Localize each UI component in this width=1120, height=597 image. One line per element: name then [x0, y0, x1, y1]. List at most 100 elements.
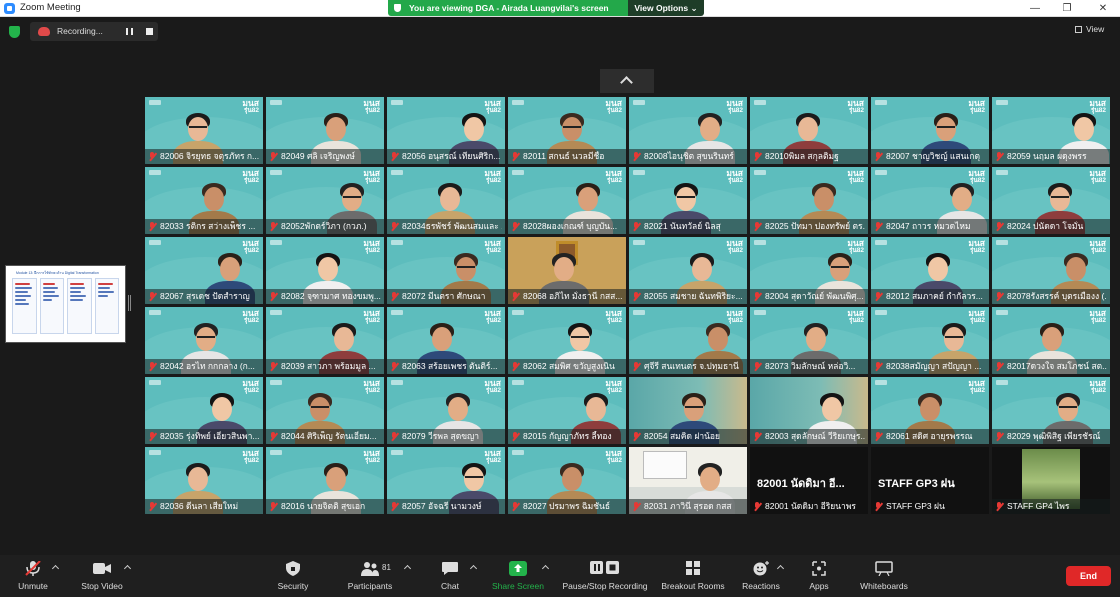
reactions-button[interactable]: Reactions [738, 555, 784, 597]
participant-name: 82034ธรพัชร์ พัฒนสมและ ... [402, 221, 502, 231]
participant-video-tile[interactable]: มนส รุ่น82 82082 จุฑามาศ ทองขมพู... [266, 237, 384, 304]
participant-video-tile[interactable]: มนส รุ่น82 82036 ดีนลา เสียใหม่ [145, 447, 263, 514]
view-options-button[interactable]: View Options ⌄ [628, 0, 704, 16]
participant-video-tile[interactable]: 82001 นัดดิมา อี... 82001 นัดดิมา อีริยนา… [750, 447, 868, 514]
participant-video-tile[interactable]: มนส รุ่น82 82052พักตร์วิภา (กวภ.) [266, 167, 384, 234]
participant-name: 82057 อัจฉรี นามวงษ์ [402, 501, 482, 511]
muted-mic-icon [633, 152, 640, 161]
course-brand-logo: มนส รุ่น82 [726, 168, 743, 184]
participants-button[interactable]: Participants [340, 555, 400, 597]
whiteboards-button[interactable]: Whiteboards [854, 555, 914, 597]
institute-logo-icon [149, 240, 161, 245]
participant-video-tile[interactable]: มนส รุ่น82 82072 มีนตรา ศักษณา [387, 237, 505, 304]
participant-name: 82035 รุ่งทิพย์ เอี่ยวสินพา... [160, 431, 260, 441]
institute-logo-icon [996, 310, 1008, 315]
course-brand-logo: มนส รุ่น82 [968, 378, 985, 394]
participant-video-tile[interactable]: มนส รุ่น82 82035 รุ่งทิพย์ เอี่ยวสินพา... [145, 377, 263, 444]
participant-name: 82007 ชาญวิชญ์ แสนเกตุ [886, 151, 980, 161]
share-screen-button[interactable]: Share Screen [490, 555, 546, 597]
participant-video-tile[interactable]: มนส รุ่น82 82034ธรพัชร์ พัฒนสมและ ... [387, 167, 505, 234]
participant-video-tile[interactable]: มนส รุ่น82 82025 ปัทมา ปองทรัพย์ ตร... [750, 167, 868, 234]
participant-video-tile[interactable]: 82054 สมคิด ฝาน้อย [629, 377, 747, 444]
participant-video-tile[interactable]: มนส รุ่น82 82008ไอนุชิต สุขนรินทร์ [629, 97, 747, 164]
pause-stop-recording-button[interactable]: Pause/Stop Recording [560, 555, 650, 597]
participant-video-tile[interactable]: มนส รุ่น82 82024 ปนัดดา โจมั่น [992, 167, 1110, 234]
participant-video-tile[interactable]: มนส รุ่น82 82033 รติกร สว่างเพ็ชร ... [145, 167, 263, 234]
institute-logo-icon [633, 240, 645, 245]
participant-video-tile[interactable]: มนส รุ่น82 82057 อัจฉรี นามวงษ์ [387, 447, 505, 514]
breakout-rooms-button[interactable]: Breakout Rooms [658, 555, 728, 597]
participant-video-tile[interactable]: มนส รุ่น82 82012 สมภาคย์ กำกัลวร... [871, 237, 989, 304]
end-meeting-button[interactable]: End [1066, 566, 1111, 586]
participant-video-tile[interactable]: มนส รุ่น82 82011 สกนธ์ นวลมีชื่อ [508, 97, 626, 164]
stop-video-button[interactable]: Stop Video [76, 555, 128, 597]
participant-video-tile[interactable]: มนส รุ่น82 82063 สร้อยเพชร ตันติร์... [387, 307, 505, 374]
participant-video-tile[interactable]: มนส รุ่น82 82006 จิรยุทธ จตุรภัทร ก... [145, 97, 263, 164]
participant-video-tile[interactable]: มนส รุ่น82 82061 สดิศ อายุรพรรณ [871, 377, 989, 444]
chat-button[interactable]: Chat [430, 555, 470, 597]
participants-options-caret[interactable] [403, 564, 412, 573]
institute-logo-icon [875, 380, 887, 385]
participant-video-tile[interactable]: มนส รุ่น82 82047 ถาวร หมวดไหม [871, 167, 989, 234]
participant-video-tile[interactable]: มนส รุ่น82 82016 นายจิตติ สุขเอก [266, 447, 384, 514]
participant-video-tile[interactable]: มนส รุ่น82 82039 สาวภา พร้อมมูล ... [266, 307, 384, 374]
institute-logo-icon [754, 310, 766, 315]
participant-video-tile[interactable]: มนส รุ่น82 82028ผองเกณฑ์ บุญบัน... [508, 167, 626, 234]
participant-video-tile[interactable]: มนส รุ่น82 82042 อรไท กกกลาง (ก... [145, 307, 263, 374]
participant-video-tile[interactable]: มนส รุ่น82 82049 ศลิ เจริญพงษ์ [266, 97, 384, 164]
course-brand-logo: มนส รุ่น82 [484, 378, 501, 394]
participant-video-tile[interactable]: STAFF GP3 ฝน STAFF GP3 ฝน [871, 447, 989, 514]
participant-video-tile[interactable]: มนส รุ่น82 82007 ชาญวิชญ์ แสนเกตุ [871, 97, 989, 164]
minimize-button[interactable]: — [1020, 0, 1050, 17]
muted-mic-icon [875, 502, 882, 511]
participant-video-tile[interactable]: มนส รุ่น82 82015 กัญญาภัทร ลี้ทอง [508, 377, 626, 444]
participant-video-tile[interactable]: 82068 อภิไท มั่งธานี กสส... [508, 237, 626, 304]
institute-logo-icon [996, 240, 1008, 245]
shared-content-column [67, 278, 92, 334]
pause-recording-icon[interactable] [126, 28, 133, 35]
muted-mic-icon [391, 362, 398, 371]
course-brand-logo: มนส รุ่น82 [847, 308, 864, 324]
participant-name: 82078รังสรรค์ บุตรเมืองง (... [1007, 291, 1107, 301]
participant-video-tile[interactable]: มนส รุ่น82 82017ดวงใจ สมโภชน์ สต... [992, 307, 1110, 374]
collapse-gallery-button[interactable] [600, 69, 654, 93]
participant-video-tile[interactable]: 82003 สุดลักษณ์ วีริยเกษุร... [750, 377, 868, 444]
share-screen-icon [509, 561, 527, 576]
participant-video-tile[interactable]: 82031 ภาวินี สุรอด กสส [629, 447, 747, 514]
chat-options-caret[interactable] [469, 564, 478, 573]
participant-video-tile[interactable]: มนส รุ่น82 82010พิมล สกุลติมฐ [750, 97, 868, 164]
cloud-record-icon [38, 27, 50, 36]
encryption-shield-icon[interactable] [9, 26, 20, 38]
security-button[interactable]: Security [268, 555, 318, 597]
participant-video-tile[interactable]: STAFF GP4 ไพร [992, 447, 1110, 514]
participant-video-tile[interactable]: มนส รุ่น82 82004 สุดาวัณย์ พัฒนพิศุ... [750, 237, 868, 304]
stop-recording-icon[interactable] [146, 28, 153, 35]
participant-video-tile[interactable]: มนส รุ่น82 ศุจีรี สนเทนตร จ.ปทุมธานี [629, 307, 747, 374]
participant-video-tile[interactable]: มนส รุ่น82 82073 วิมลักษณ์ หล่อวิ... [750, 307, 868, 374]
participant-video-tile[interactable]: มนส รุ่น82 82021 นันทวัลย์ นิลสุ [629, 167, 747, 234]
participant-video-tile[interactable]: มนส รุ่น82 82067 สุรเดช ปัดสำราญ [145, 237, 263, 304]
participant-video-tile[interactable]: มนส รุ่น82 82044 ศิริเพ็ญ รัตนเอี่ยม... [266, 377, 384, 444]
apps-button[interactable]: Apps [800, 555, 838, 597]
shared-screen-thumbnail[interactable]: Module 13: ฝึกการใช้ทักษะด้าน Digital Tr… [5, 265, 126, 343]
institute-logo-icon [391, 310, 403, 315]
thumbnail-resize-handle[interactable] [128, 295, 131, 311]
participant-video-tile[interactable]: มนส รุ่น82 82055 สมชาย ฉันทพิริยะ... [629, 237, 747, 304]
participant-video-tile[interactable]: มนส รุ่น82 82078รังสรรค์ บุตรเมืองง (... [992, 237, 1110, 304]
participant-video-tile[interactable]: มนส รุ่น82 82056 อนุสรณ์ เทียนศิริก... [387, 97, 505, 164]
muted-mic-icon [391, 432, 398, 441]
participant-video-tile[interactable]: มนส รุ่น82 82059 นฤมล ผดุงพรร [992, 97, 1110, 164]
maximize-button[interactable]: ❐ [1052, 0, 1082, 17]
participant-video-tile[interactable]: มนส รุ่น82 82079 วีรพล สุดขญา [387, 377, 505, 444]
participant-video-tile[interactable]: มนส รุ่น82 82027 ปรมาพร ฉิมชันธ์ [508, 447, 626, 514]
view-button[interactable]: View [1075, 24, 1104, 34]
participant-name: 82067 สุรเดช ปัดสำราญ [160, 291, 250, 301]
course-brand-logo: มนส รุ่น82 [242, 378, 259, 394]
institute-logo-icon [512, 310, 524, 315]
participant-video-tile[interactable]: มนส รุ่น82 82038สมัญญา สปัญญา ... [871, 307, 989, 374]
participant-name: 82027 ปรมาพร ฉิมชันธ์ [523, 501, 611, 511]
close-button[interactable]: ✕ [1088, 0, 1118, 17]
participant-video-tile[interactable]: มนส รุ่น82 82029 พุฒิพิสิฐ เพียรชัรณ์ [992, 377, 1110, 444]
unmute-button[interactable]: Unmute [10, 555, 56, 597]
participant-video-tile[interactable]: มนส รุ่น82 82062 สมพิศ ขวัญสูงเนิน [508, 307, 626, 374]
